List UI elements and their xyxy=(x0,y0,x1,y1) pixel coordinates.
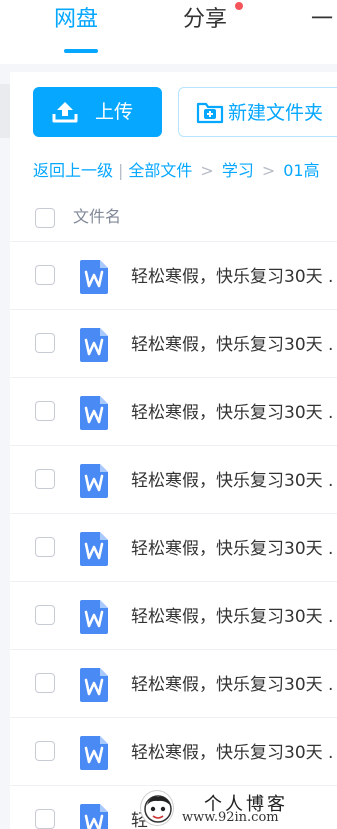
divider-band xyxy=(0,64,337,72)
upload-button[interactable]: 上传 xyxy=(33,87,162,137)
file-row[interactable]: 轻松寒假，快乐复习30天 . xyxy=(10,311,337,378)
file-row-checkbox[interactable] xyxy=(35,333,55,353)
word-doc-icon xyxy=(80,668,108,702)
file-name[interactable]: 轻松寒假，快乐复习30天 . xyxy=(131,741,333,765)
file-row-checkbox[interactable] xyxy=(35,809,55,829)
watermark: 个人博客 www.92in.com xyxy=(130,788,337,829)
file-name[interactable]: 轻松寒假，快乐复习30天 . xyxy=(131,605,333,629)
tab-netdisk[interactable]: 网盘 xyxy=(54,6,98,34)
breadcrumb-arrow: > xyxy=(261,161,276,180)
file-row-checkbox[interactable] xyxy=(35,401,55,421)
breadcrumb-arrow: > xyxy=(200,161,214,180)
file-row-checkbox[interactable] xyxy=(35,537,55,557)
watermark-url: www.92in.com xyxy=(182,810,279,825)
file-row[interactable]: 轻松寒假，快乐复习30天 . xyxy=(10,379,337,446)
watermark-mascot-icon xyxy=(140,790,174,826)
breadcrumb-study-link[interactable]: 学习 xyxy=(222,159,254,183)
file-name[interactable]: 轻松寒假，快乐复习30天 . xyxy=(131,265,333,289)
breadcrumb: 返回上一级 | 全部文件 > 学习 >01高 xyxy=(33,159,320,183)
file-name[interactable]: 轻松寒假，快乐复习30天 . xyxy=(131,333,333,357)
file-name[interactable]: 轻松寒假，快乐复习30天 . xyxy=(131,401,333,425)
active-tab-indicator xyxy=(64,49,98,53)
breadcrumb-separator: | xyxy=(118,161,124,180)
file-list-header: 文件名 xyxy=(10,196,337,242)
folder-plus-icon xyxy=(196,102,224,124)
file-name[interactable]: 轻松寒假，快乐复习30天 . xyxy=(131,537,333,561)
word-doc-icon xyxy=(80,532,108,566)
file-row[interactable]: 轻松寒假，快乐复习30天 . xyxy=(10,651,337,718)
upload-icon xyxy=(52,102,78,123)
word-doc-icon xyxy=(80,804,108,829)
file-name[interactable]: 轻松寒假，快乐复习30天 . xyxy=(131,469,333,493)
word-doc-icon xyxy=(80,736,108,770)
file-row-checkbox[interactable] xyxy=(35,469,55,489)
word-doc-icon xyxy=(80,328,108,362)
file-row[interactable]: 轻松寒假，快乐复习30天 . xyxy=(10,447,337,514)
top-tab-bar: 网盘 分享 一 xyxy=(0,0,337,64)
file-row-checkbox[interactable] xyxy=(35,265,55,285)
left-sidebar-selected-edge xyxy=(0,84,10,138)
new-folder-button[interactable]: 新建文件夹 xyxy=(178,87,337,137)
word-doc-icon xyxy=(80,260,108,294)
file-row-checkbox[interactable] xyxy=(35,605,55,625)
file-name[interactable]: 轻松寒假，快乐复习30天 . xyxy=(131,673,333,697)
file-row-checkbox[interactable] xyxy=(35,741,55,761)
word-doc-icon xyxy=(80,600,108,634)
file-row-checkbox[interactable] xyxy=(35,673,55,693)
file-row[interactable]: 轻松寒假，快乐复习30天 . xyxy=(10,515,337,582)
word-doc-icon xyxy=(80,396,108,430)
left-sidebar-edge xyxy=(0,72,10,829)
word-doc-icon xyxy=(80,464,108,498)
upload-button-label: 上传 xyxy=(95,101,134,123)
notification-dot xyxy=(235,2,243,10)
file-row[interactable]: 轻松寒假，快乐复习30天 . xyxy=(10,583,337,650)
tab-more[interactable]: 一 xyxy=(311,6,333,34)
breadcrumb-all-files-link[interactable]: 全部文件 xyxy=(128,159,192,183)
select-all-checkbox[interactable] xyxy=(35,208,55,228)
breadcrumb-back-link[interactable]: 返回上一级 xyxy=(33,159,113,183)
file-row[interactable]: 轻松寒假，快乐复习30天 . xyxy=(10,243,337,310)
file-row[interactable]: 轻松寒假，快乐复习30天 . xyxy=(10,719,337,786)
column-header-filename[interactable]: 文件名 xyxy=(73,205,121,229)
new-folder-button-label: 新建文件夹 xyxy=(228,102,324,124)
tab-share[interactable]: 分享 xyxy=(183,6,227,34)
breadcrumb-current-folder[interactable]: 01高 xyxy=(283,159,319,183)
